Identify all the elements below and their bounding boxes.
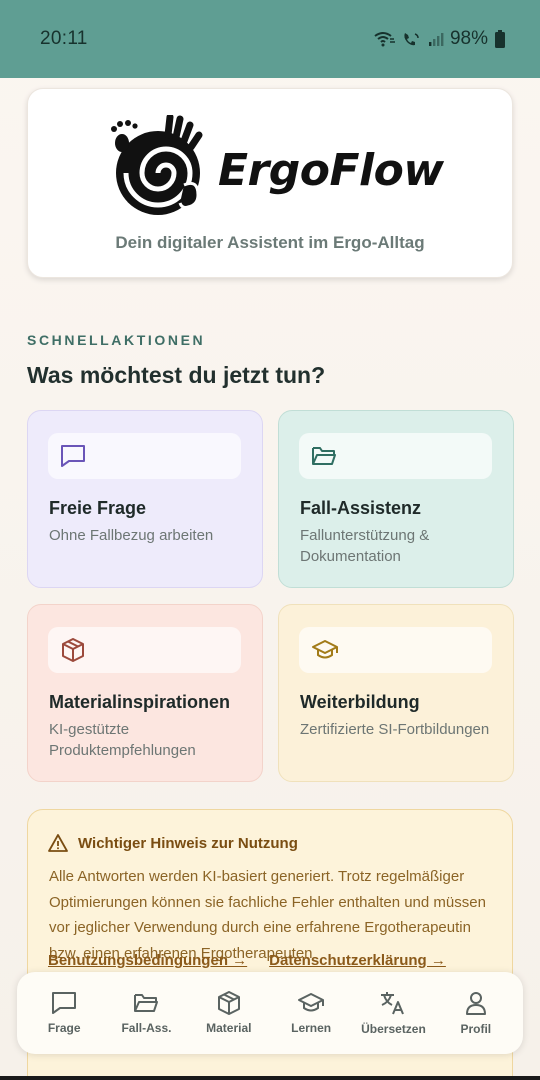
nav-label: Profil bbox=[460, 1022, 492, 1036]
section-label: SCHNELLAKTIONEN bbox=[27, 332, 206, 348]
folder-icon bbox=[312, 447, 336, 465]
spiral-hand-logo-icon bbox=[111, 115, 203, 215]
nav-item-profil[interactable]: Profil bbox=[436, 990, 516, 1036]
tile-subtitle: Zertifizierte SI-Fortbildungen bbox=[300, 721, 490, 738]
tile-freie-frage[interactable]: Freie Frage Ohne Fallbezug arbeiten bbox=[27, 410, 263, 588]
tile-subtitle: Ohne Fallbezug arbeiten bbox=[49, 527, 214, 544]
notice-title: Wichtiger Hinweis zur Nutzung bbox=[78, 834, 298, 852]
nav-label: Lernen bbox=[291, 1021, 332, 1035]
status-icons: 98% bbox=[374, 28, 506, 50]
tile-title: Freie Frage bbox=[49, 498, 147, 518]
nav-item-lernen[interactable]: Lernen bbox=[271, 991, 351, 1035]
nav-item-fall-ass[interactable]: Fall-Ass. bbox=[106, 991, 186, 1035]
system-gesture-bar bbox=[0, 1076, 540, 1080]
section-title: Was möchtest du jetzt tun? bbox=[27, 362, 326, 388]
nav-item-uebersetzen[interactable]: Übersetzen bbox=[353, 990, 433, 1036]
box-icon bbox=[217, 991, 240, 1015]
wifi-call-icon bbox=[374, 32, 395, 47]
user-icon bbox=[465, 992, 486, 1015]
tile-subtitle: KI-gestützte Produktempfehlungen bbox=[49, 721, 196, 759]
ergoflow-logo: ErgoFlow bbox=[108, 115, 444, 225]
tile-subtitle: Fallunterstützung & Dokumentation bbox=[300, 527, 430, 565]
signal-icon bbox=[428, 33, 444, 46]
graduation-cap-icon bbox=[298, 993, 325, 1012]
tile-weiterbildung[interactable]: Weiterbildung Zertifizierte SI-Fortbildu… bbox=[278, 604, 514, 782]
volte-call-icon bbox=[404, 33, 419, 46]
tile-materialinspirationen[interactable]: Materialinspirationen KI-gestützte Produ… bbox=[27, 604, 263, 782]
nav-label: Übersetzen bbox=[361, 1022, 426, 1036]
logo-card: ErgoFlow Dein digitaler Assistent im Erg… bbox=[27, 88, 513, 278]
tile-title: Fall-Assistenz bbox=[300, 498, 422, 518]
brand-name: ErgoFlow bbox=[218, 145, 444, 196]
tile-title: Weiterbildung bbox=[300, 692, 420, 712]
nav-label: Material bbox=[206, 1021, 252, 1035]
chat-icon bbox=[52, 992, 77, 1014]
nav-item-material[interactable]: Material bbox=[189, 991, 269, 1035]
privacy-link[interactable]: Datenschutzerklärung → bbox=[269, 952, 446, 969]
battery-icon bbox=[495, 30, 505, 48]
tagline: Dein digitaler Assistent im Ergo-Alltag bbox=[115, 233, 425, 252]
legal-links: Benutzungsbedingungen → Datenschutzerklä… bbox=[48, 952, 446, 969]
chat-icon bbox=[61, 445, 85, 467]
home-scroll-area[interactable]: ErgoFlow Dein digitaler Assistent im Erg… bbox=[0, 78, 540, 1080]
battery-percent: 98% bbox=[449, 28, 488, 49]
translate-icon bbox=[381, 992, 405, 1015]
nav-item-frage[interactable]: Frage bbox=[24, 991, 104, 1035]
bottom-nav: Frage Fall-Ass. Material Lernen Übersetz… bbox=[17, 972, 523, 1054]
terms-link[interactable]: Benutzungsbedingungen → bbox=[48, 952, 247, 969]
tile-title: Materialinspirationen bbox=[49, 692, 231, 712]
nav-label: Fall-Ass. bbox=[121, 1021, 172, 1035]
notice-body: Alle Antworten werden KI-basiert generie… bbox=[49, 868, 486, 962]
status-time: 20:11 bbox=[40, 28, 88, 49]
box-icon bbox=[62, 638, 84, 662]
folder-icon bbox=[134, 994, 159, 1012]
graduation-cap-icon bbox=[312, 640, 338, 659]
warning-icon bbox=[48, 834, 68, 852]
status-bar: 20:11 98% bbox=[0, 0, 540, 78]
nav-label: Frage bbox=[47, 1021, 81, 1035]
tile-fall-assistenz[interactable]: Fall-Assistenz Fallunterstützung & Dokum… bbox=[278, 410, 514, 588]
